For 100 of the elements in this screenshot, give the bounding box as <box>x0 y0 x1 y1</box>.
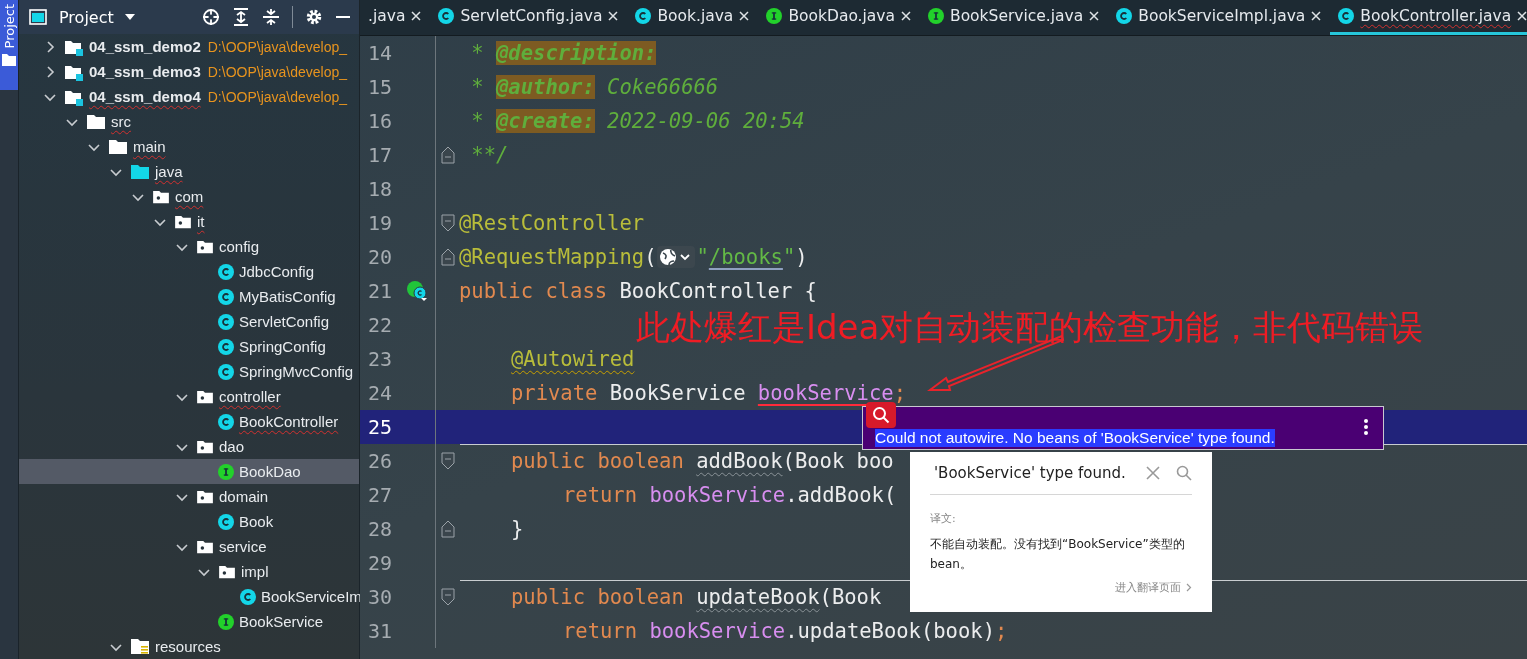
code-field: bookService <box>649 619 786 643</box>
fold-marker-icon[interactable] <box>440 248 455 266</box>
tree-item[interactable]: 04_ssm_demo4 D:\OOP\java\develop_ <box>19 84 359 109</box>
tree-item[interactable]: impl <box>19 559 359 584</box>
annotation-text: 此处爆红是Idea对自动装配的检查功能，非代码错误 <box>636 309 1424 345</box>
tree-item[interactable]: BookService <box>19 609 359 634</box>
code-text: (Book boo <box>782 449 894 473</box>
tree-item[interactable]: 04_ssm_demo3 D:\OOP\java\develop_ <box>19 59 359 84</box>
tree-item[interactable]: MyBatisConfig <box>19 284 359 309</box>
code-keyword: private <box>511 381 599 405</box>
tree-item[interactable]: src <box>19 109 359 134</box>
tree-item[interactable]: 04_ssm_demo2 D:\OOP\java\develop_ <box>19 34 359 59</box>
tree-item[interactable]: BookController <box>19 409 359 434</box>
translation-label: 译文: <box>930 511 957 526</box>
line-number: 21 <box>367 279 394 303</box>
error-message: Could not autowire. No beans of 'BookService' type found. <box>875 429 1275 447</box>
fold-marker-icon[interactable] <box>440 520 455 538</box>
tree-item[interactable]: java <box>19 159 359 184</box>
settings-icon[interactable] <box>305 8 323 26</box>
translate-search-button[interactable] <box>866 402 896 428</box>
editor-tab[interactable]: BookService.java <box>920 0 1109 35</box>
line-number: 30 <box>367 585 394 609</box>
code-annotation: @Autowired <box>511 347 635 371</box>
class-icon <box>218 363 234 380</box>
collapse-all-icon[interactable] <box>262 8 280 26</box>
resources-folder-icon <box>130 637 150 656</box>
tree-item[interactable]: main <box>19 134 359 159</box>
fold-marker-icon[interactable] <box>440 146 455 164</box>
class-icon <box>240 588 256 605</box>
tree-item[interactable]: SpringConfig <box>19 334 359 359</box>
interface-icon <box>928 8 944 24</box>
locate-icon[interactable] <box>202 8 220 26</box>
code-string: " <box>782 245 796 269</box>
package-icon <box>152 189 170 204</box>
open-translation-page-link[interactable]: 进入翻译页面 <box>1115 580 1181 595</box>
tree-item[interactable]: BookDao <box>19 459 359 484</box>
editor-tab[interactable]: BookController.java <box>1330 0 1527 35</box>
folder-icon <box>86 113 106 130</box>
fold-marker-icon[interactable] <box>440 452 455 470</box>
editor-tab[interactable]: ServletConfig.java <box>430 0 628 35</box>
fold-marker-icon[interactable] <box>440 588 455 606</box>
package-icon <box>196 239 214 254</box>
tree-item[interactable]: service <box>19 534 359 559</box>
chevron-right-icon <box>1186 583 1192 592</box>
line-number: 15 <box>367 75 394 99</box>
translation-text: 不能自动装配。没有找到“BookService”类型的bean。 <box>930 536 1186 573</box>
class-icon <box>218 338 234 355</box>
line-number: 16 <box>367 109 394 133</box>
url-link[interactable]: /books <box>708 245 783 269</box>
line-number: 25 <box>367 415 394 439</box>
editor-tab[interactable]: Book.java <box>627 0 759 35</box>
code-annotation: @RestController <box>459 211 645 235</box>
editor-tab[interactable]: BookServiceImpl.java <box>1108 0 1331 35</box>
spring-bean-icon[interactable] <box>406 280 428 302</box>
more-options-icon[interactable] <box>1363 418 1369 436</box>
expand-all-icon[interactable] <box>232 8 250 26</box>
tree-item[interactable]: ServletConfig <box>19 309 359 334</box>
code-string: " <box>696 245 709 269</box>
tree-item[interactable]: SpringMvcConfig <box>19 359 359 384</box>
interface-icon <box>218 463 234 480</box>
project-view-dropdown[interactable]: Project <box>59 7 136 27</box>
class-icon <box>635 8 652 24</box>
tree-item[interactable]: Book <box>19 509 359 534</box>
doc-tag: @description: <box>496 41 657 65</box>
tree-item[interactable]: BookServiceIm <box>19 584 359 609</box>
class-icon <box>1338 8 1355 24</box>
tree-item[interactable]: resources <box>19 634 359 659</box>
class-icon <box>218 313 234 330</box>
code-field: bookService <box>649 483 786 507</box>
code-annotation: @RequestMapping <box>459 245 645 269</box>
code-text: } <box>511 517 524 541</box>
editor-tab[interactable]: .java <box>360 0 431 35</box>
project-tool-tab[interactable]: Project <box>0 0 18 90</box>
tree-item[interactable]: com <box>19 184 359 209</box>
tree-item[interactable]: JdbcConfig <box>19 259 359 284</box>
code-text: (Book <box>819 585 883 609</box>
search-icon <box>872 406 890 424</box>
editor-tab[interactable]: BookDao.java <box>758 0 920 35</box>
line-number: 22 <box>367 313 394 337</box>
tree-item[interactable]: controller <box>19 384 359 409</box>
code-keyword: return <box>563 483 639 507</box>
code-keyword: public boolean <box>511 449 685 473</box>
interface-icon <box>218 613 234 630</box>
tree-item[interactable]: dao <box>19 434 359 459</box>
tree-item[interactable]: it <box>19 209 359 234</box>
search-icon[interactable] <box>1176 465 1192 481</box>
line-number: 29 <box>367 551 394 575</box>
line-number: 31 <box>367 619 394 643</box>
line-number: 27 <box>367 483 394 507</box>
fold-marker-icon[interactable] <box>440 214 455 232</box>
tree-item[interactable]: domain <box>19 484 359 509</box>
tree-item[interactable]: config <box>19 234 359 259</box>
class-icon <box>218 413 234 430</box>
code-comment: * <box>470 75 485 99</box>
interface-icon <box>766 8 783 24</box>
globe-icon[interactable] <box>657 246 696 268</box>
line-number: 23 <box>367 347 394 371</box>
line-number: 28 <box>367 517 394 541</box>
doc-tag: @create: <box>496 109 595 133</box>
code-keyword: public class <box>459 279 609 303</box>
